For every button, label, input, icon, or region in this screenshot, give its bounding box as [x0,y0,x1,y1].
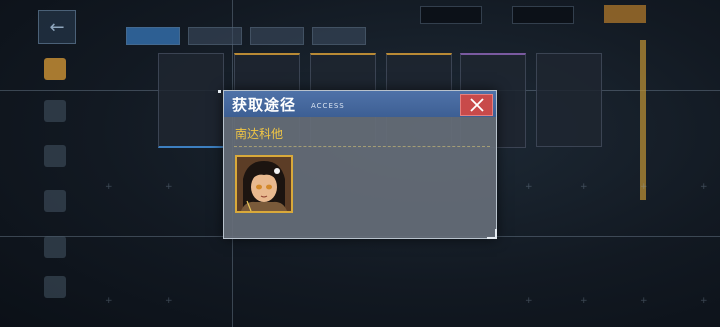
sidebar-icon[interactable] [44,190,66,212]
filter-tab[interactable] [250,27,304,45]
filter-tab[interactable] [188,27,242,45]
cross-marker-icon: + [165,182,173,192]
top-action-button[interactable] [604,5,646,23]
sidebar-icon[interactable] [44,58,66,80]
cross-marker-icon: + [700,182,708,192]
ship-card[interactable] [158,53,224,148]
ship-card[interactable] [536,53,602,147]
frame-corner [487,229,497,239]
cross-marker-icon: + [525,296,533,306]
dialog-title: 获取途径 [232,96,297,114]
access-dialog: 获取途径 ACCESS 南达科他 [218,90,497,239]
source-label: 南达科他 [235,127,284,141]
cross-marker-icon: + [580,182,588,192]
sidebar-icon[interactable] [44,276,66,298]
portrait-art [237,157,291,211]
arrow-left-icon: ← [49,16,65,38]
cross-marker-icon: + [165,296,173,306]
close-button[interactable] [460,94,493,116]
frame-corner [218,90,221,93]
scrollbar[interactable] [640,40,646,200]
divider [234,146,490,147]
filter-tab[interactable] [312,27,366,45]
resource-counter [512,6,574,24]
back-button[interactable]: ← [38,10,76,44]
cross-marker-icon: + [640,182,648,192]
cross-marker-icon: + [580,296,588,306]
dialog-subtitle: ACCESS [311,102,345,110]
sidebar-icon[interactable] [44,236,66,258]
filter-tab[interactable] [126,27,180,45]
cross-marker-icon: + [525,182,533,192]
resource-counter [420,6,482,24]
sidebar-icon[interactable] [44,145,66,167]
shipgirl-portrait-icon[interactable] [235,155,293,213]
dialog-header: 获取途径 ACCESS [224,91,496,117]
cross-marker-icon: + [640,296,648,306]
close-icon [469,98,484,112]
cross-marker-icon: + [105,296,113,306]
sidebar-icon[interactable] [44,100,66,122]
cross-marker-icon: + [700,296,708,306]
cross-marker-icon: + [105,182,113,192]
